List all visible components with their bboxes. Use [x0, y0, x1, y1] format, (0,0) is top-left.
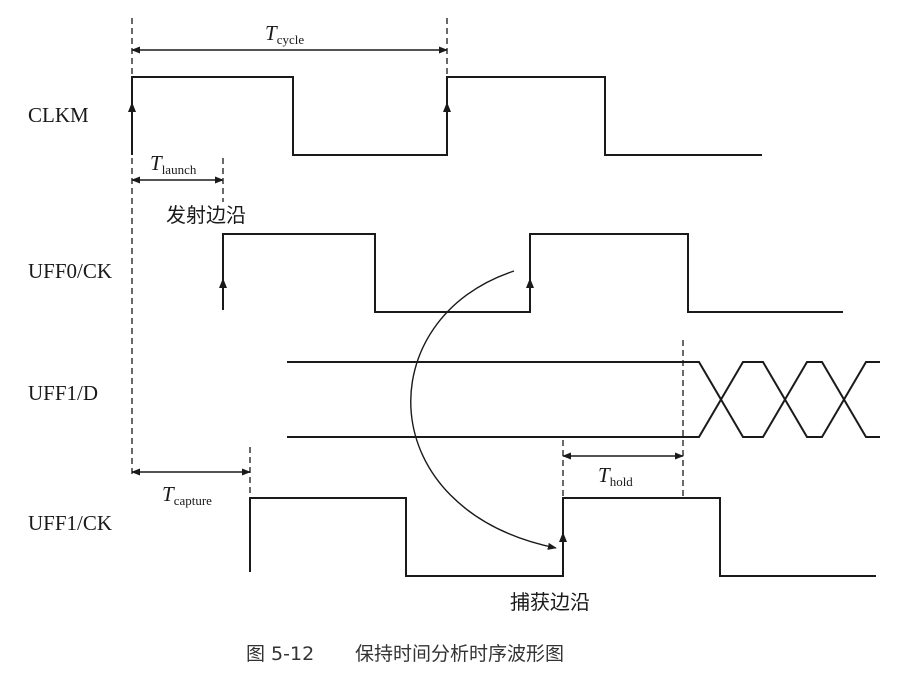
t-cycle-label: Tcycle — [265, 21, 304, 47]
uff0-ck-waveform — [222, 233, 843, 313]
timing-diagram: CLKM UFF0/CK UFF1/D UFF1/CK Tcycle Tlaun… — [28, 18, 880, 665]
signal-label-uff1-ck: UFF1/CK — [28, 511, 112, 535]
signal-label-uff1-d: UFF1/D — [28, 381, 98, 405]
figure-title: 保持时间分析时序波形图 — [355, 643, 564, 665]
signal-label-clkm: CLKM — [28, 103, 89, 127]
t-hold-label: Thold — [598, 463, 633, 489]
signal-label-uff0-ck: UFF0/CK — [28, 259, 112, 283]
figure-number: 图 5-12 — [246, 643, 314, 665]
capture-edge-label: 捕获边沿 — [510, 590, 590, 614]
uff1-d-transition-crosses — [683, 361, 880, 438]
launch-edge-label: 发射边沿 — [166, 203, 246, 227]
t-capture-label: Tcapture — [162, 482, 212, 508]
t-launch-label: Tlaunch — [150, 151, 197, 177]
